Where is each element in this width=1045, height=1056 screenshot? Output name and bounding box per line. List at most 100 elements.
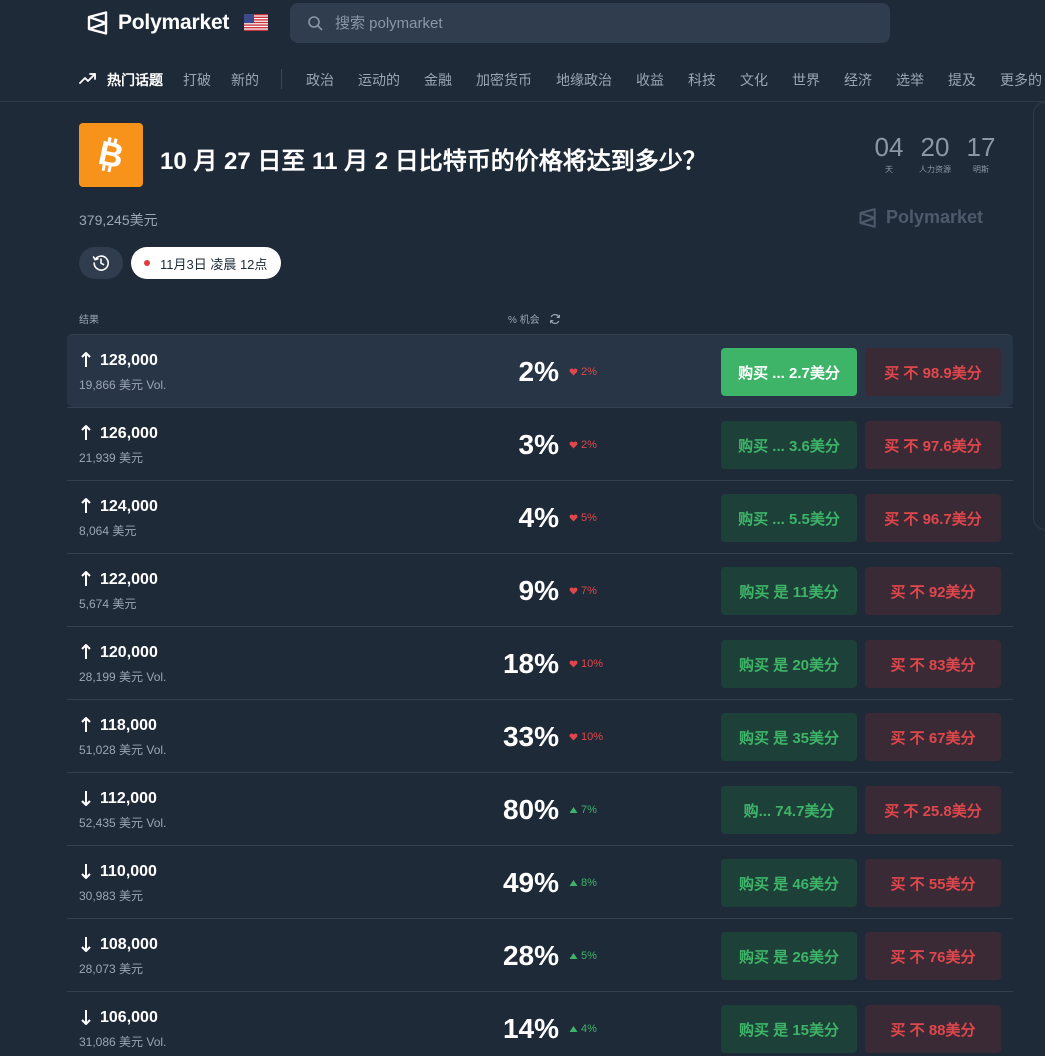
buy-yes-button[interactable]: 购买 ... 5.5美分	[721, 494, 857, 542]
nav-item-tech[interactable]: 科技	[688, 70, 716, 90]
outcome-volume: 21,939 美元	[79, 451, 144, 465]
outcome-volume: 30,983 美元	[79, 889, 144, 903]
nav-item-sports[interactable]: 运动的	[358, 70, 400, 90]
outcome-row-122000[interactable]: 122,000 5,674 美元 9% 7% 购买 是 11美分 买 不 92美…	[67, 553, 1013, 626]
buy-yes-button[interactable]: 购买 是 46美分	[721, 859, 857, 907]
date-pill[interactable]: 11月3日 凌晨 12点	[131, 247, 281, 279]
outcome-row-108000[interactable]: 108,000 28,073 美元 28% 5% 购买 是 26美分 买 不 7…	[67, 918, 1013, 991]
buy-no-button[interactable]: 买 不 97.6美分	[865, 421, 1001, 469]
nav-item-mentions[interactable]: 提及	[948, 70, 976, 90]
heart-down-icon	[569, 587, 578, 595]
nav-item-elections[interactable]: 选举	[896, 70, 924, 90]
buy-no-button[interactable]: 买 不 76美分	[865, 932, 1001, 980]
outcome-label: 120,000	[100, 644, 158, 661]
outcome-volume: 31,086 美元 Vol.	[79, 1035, 167, 1049]
buy-no-button[interactable]: 买 不 25.8美分	[865, 786, 1001, 834]
outcome-volume: 5,674 美元	[79, 597, 137, 611]
outcome-label: 110,000	[100, 863, 157, 880]
buy-no-button[interactable]: 买 不 55美分	[865, 859, 1001, 907]
arrow-up-icon	[81, 352, 91, 367]
outcome-chance: 14%	[502, 1013, 559, 1044]
buy-yes-button[interactable]: 购买 是 35美分	[721, 713, 857, 761]
nav-item-earnings[interactable]: 收益	[636, 70, 664, 90]
event-title: 10 月 27 日至 11 月 2 日比特币的价格将达到多少？	[160, 148, 707, 175]
history-button[interactable]	[79, 247, 123, 279]
category-nav: 热门话题 打破 新的 政治 运动的 金融 加密货币 地缘政治 收益 科技 文化 …	[0, 56, 1045, 102]
triangle-up-icon	[569, 807, 578, 813]
nav-item-more[interactable]: 更多的	[1000, 70, 1042, 90]
arrow-up-icon	[81, 571, 91, 586]
chance-change: 5%	[569, 950, 597, 962]
search-input[interactable]	[335, 14, 855, 32]
nav-item-finance[interactable]: 金融	[424, 70, 452, 90]
nav-item-breaking[interactable]: 打破	[183, 70, 211, 90]
brand-logo[interactable]: Polymarket	[86, 10, 229, 36]
buy-yes-button[interactable]: 购买 是 26美分	[721, 932, 857, 980]
nav-item-economy[interactable]: 经济	[844, 70, 872, 90]
nav-item-trending[interactable]: 热门话题	[107, 70, 163, 90]
countdown-minutes: 17 明斯	[964, 132, 998, 175]
polymarket-logo-icon	[87, 11, 108, 35]
buy-yes-button[interactable]: 购... 74.7美分	[721, 786, 857, 834]
chance-change: 7%	[569, 804, 597, 816]
outcome-chance: 33%	[502, 721, 559, 752]
nav-item-culture[interactable]: 文化	[740, 70, 768, 90]
nav-item-crypto[interactable]: 加密货币	[476, 70, 532, 90]
live-dot-icon	[144, 260, 150, 266]
us-flag-icon[interactable]	[244, 14, 268, 31]
outcome-chance: 49%	[502, 867, 559, 898]
nav-item-new[interactable]: 新的	[231, 70, 259, 90]
arrow-down-icon	[81, 937, 91, 952]
outcome-volume: 52,435 美元 Vol.	[79, 816, 167, 830]
outcome-row-110000[interactable]: 110,000 30,983 美元 49% 8% 购买 是 46美分 买 不 5…	[67, 845, 1013, 918]
event-volume: 379,245美元	[79, 212, 158, 228]
outcome-chance: 9%	[518, 575, 559, 606]
buy-no-button[interactable]: 买 不 88美分	[865, 1005, 1001, 1053]
chance-change-value: 10%	[581, 658, 604, 670]
buy-yes-button[interactable]: 购买 是 20美分	[721, 640, 857, 688]
outcome-row-118000[interactable]: 118,000 51,028 美元 Vol. 33% 10% 购买 是 35美分…	[67, 699, 1013, 772]
triangle-up-icon	[569, 880, 578, 886]
buy-yes-button[interactable]: 购买 是 15美分	[721, 1005, 857, 1053]
outcome-row-128000[interactable]: 128,000 19,866 美元 Vol. 2% 2% 购买 ... 2.7美…	[67, 334, 1013, 407]
outcome-row-124000[interactable]: 124,000 8,064 美元 4% 5% 购买 ... 5.5美分 买 不 …	[67, 480, 1013, 553]
refresh-icon[interactable]	[549, 313, 561, 325]
triangle-up-icon	[569, 1026, 578, 1032]
nav-item-politics[interactable]: 政治	[306, 70, 334, 90]
nav-item-geopolitics[interactable]: 地缘政治	[556, 70, 612, 90]
arrow-down-icon	[81, 1010, 91, 1025]
outcome-volume: 51,028 美元 Vol.	[79, 743, 167, 757]
outcome-chance: 3%	[518, 429, 559, 460]
outcome-volume: 19,866 美元 Vol.	[79, 378, 167, 392]
heart-down-icon	[569, 368, 578, 376]
nav-item-world[interactable]: 世界	[792, 70, 820, 90]
buy-no-button[interactable]: 买 不 67美分	[865, 713, 1001, 761]
outcome-chance: 4%	[518, 502, 559, 533]
chance-change: 4%	[569, 1023, 597, 1035]
countdown-days-label: 天	[885, 165, 893, 174]
outcome-label: 126,000	[100, 425, 158, 442]
chance-change: 10%	[569, 731, 603, 743]
chance-change-value: 2%	[581, 366, 597, 378]
buy-yes-button[interactable]: 购买 ... 3.6美分	[721, 421, 857, 469]
outcome-label: 118,000	[100, 717, 157, 734]
outcome-row-120000[interactable]: 120,000 28,199 美元 Vol. 18% 10% 购买 是 20美分…	[67, 626, 1013, 699]
date-pill-label: 11月3日 凌晨 12点	[160, 256, 268, 272]
outcome-label: 112,000	[100, 790, 157, 807]
buy-yes-button[interactable]: 购买 是 11美分	[721, 567, 857, 615]
chance-change: 8%	[569, 877, 597, 889]
outcome-row-112000[interactable]: 112,000 52,435 美元 Vol. 80% 7% 购... 74.7美…	[67, 772, 1013, 845]
outcome-row-106000[interactable]: 106,000 31,086 美元 Vol. 14% 4% 购买 是 15美分 …	[67, 991, 1013, 1056]
search-bar[interactable]	[290, 3, 890, 43]
countdown-minutes-label: 明斯	[973, 165, 989, 174]
outcome-label: 124,000	[100, 498, 158, 515]
outcome-row-126000[interactable]: 126,000 21,939 美元 3% 2% 购买 ... 3.6美分 买 不…	[67, 407, 1013, 480]
buy-no-button[interactable]: 买 不 92美分	[865, 567, 1001, 615]
outcome-chance: 2%	[518, 356, 559, 387]
polymarket-watermark-icon	[859, 207, 876, 228]
buy-no-button[interactable]: 买 不 98.9美分	[865, 348, 1001, 396]
buy-yes-button[interactable]: 购买 ... 2.7美分	[721, 348, 857, 396]
heart-down-icon	[569, 660, 578, 668]
buy-no-button[interactable]: 买 不 83美分	[865, 640, 1001, 688]
buy-no-button[interactable]: 买 不 96.7美分	[865, 494, 1001, 542]
